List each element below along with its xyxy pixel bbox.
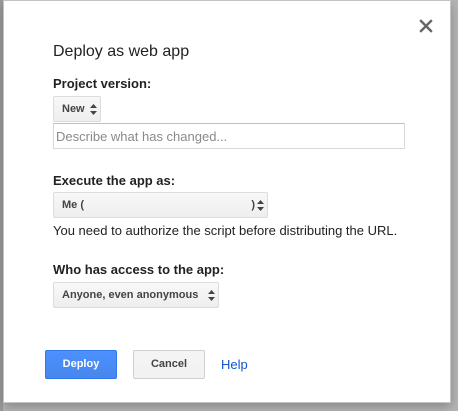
- project-version-select[interactable]: New: [53, 96, 101, 122]
- execute-as-value-end: ): [251, 199, 255, 211]
- close-icon: [419, 19, 433, 33]
- access-select[interactable]: Anyone, even anonymous: [53, 282, 219, 308]
- authorize-note: You need to authorize the script before …: [53, 223, 398, 238]
- help-link[interactable]: Help: [221, 357, 248, 372]
- select-arrows-icon: [90, 104, 97, 115]
- select-arrows-icon: [257, 200, 264, 211]
- screen: Deploy as web app Project version: New E…: [0, 0, 458, 411]
- execute-as-label: Execute the app as:: [53, 173, 176, 188]
- project-version-value: New: [62, 103, 85, 115]
- change-description-input[interactable]: [53, 123, 405, 149]
- execute-as-select[interactable]: Me ( ): [53, 192, 268, 218]
- dialog-title: Deploy as web app: [53, 43, 190, 60]
- deploy-dialog: Deploy as web app Project version: New E…: [3, 0, 451, 403]
- access-label: Who has access to the app:: [53, 262, 225, 277]
- deploy-button[interactable]: Deploy: [45, 350, 117, 379]
- cancel-button[interactable]: Cancel: [133, 350, 205, 379]
- execute-as-value: Me (: [62, 199, 84, 211]
- access-value: Anyone, even anonymous: [62, 289, 199, 301]
- project-version-label: Project version:: [53, 76, 152, 91]
- close-button[interactable]: [418, 18, 434, 34]
- select-arrows-icon: [208, 290, 215, 301]
